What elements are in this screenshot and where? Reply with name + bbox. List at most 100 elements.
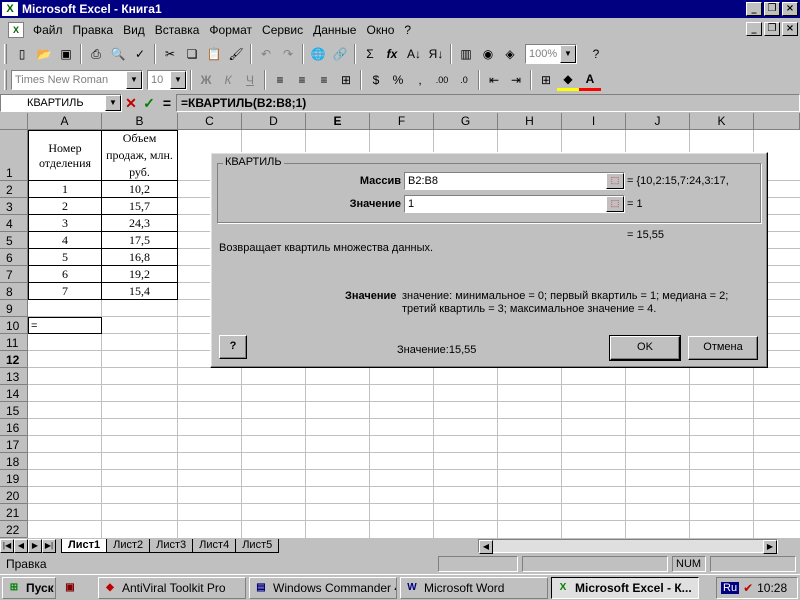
menu-file[interactable]: Файл (28, 23, 68, 37)
row-header[interactable]: 13 (0, 368, 28, 385)
sheet-tab[interactable]: Лист1 (61, 539, 108, 553)
print-preview-icon[interactable]: 🔍 (107, 43, 129, 65)
font-color-icon[interactable]: A (579, 69, 601, 91)
zoom-dropdown-icon[interactable]: ▼ (560, 45, 576, 63)
row-header[interactable]: 11 (0, 334, 28, 351)
align-right-icon[interactable]: ≡ (313, 69, 335, 91)
menu-tools[interactable]: Сервис (257, 23, 308, 37)
table-header-cell[interactable]: Номер отделения (28, 130, 102, 181)
hyperlink-icon[interactable]: 🌐 (307, 43, 329, 65)
table-cell[interactable]: 3 (28, 215, 102, 232)
print-icon[interactable]: ⎙ (85, 43, 107, 65)
array-input[interactable]: B2:B8 ⬚ (404, 172, 625, 190)
sheet-tab[interactable]: Лист3 (149, 539, 194, 553)
doc-close-button[interactable]: × (782, 22, 798, 36)
borders-icon[interactable]: ⊞ (535, 69, 557, 91)
clock[interactable]: 10:28 (757, 581, 787, 595)
taskbar-item[interactable]: ◆ AntiViral Toolkit Pro (98, 576, 246, 599)
table-cell[interactable]: 24,3 (101, 215, 178, 232)
table-cell[interactable]: 15,4 (101, 283, 178, 300)
taskbar-item[interactable]: W Microsoft Word (400, 576, 548, 599)
row-header[interactable]: 19 (0, 470, 28, 487)
size-dropdown-icon[interactable]: ▼ (170, 71, 186, 89)
row-header[interactable]: 21 (0, 504, 28, 521)
column-header[interactable]: H (498, 113, 562, 130)
sheet-tab[interactable]: Лист5 (235, 539, 280, 553)
row-header[interactable]: 8 (0, 283, 28, 300)
next-sheet-icon[interactable]: ▶ (28, 539, 42, 553)
copy-icon[interactable]: ❏ (181, 43, 203, 65)
row-header[interactable]: 1 (0, 130, 28, 181)
collapse-dialog-icon-2[interactable]: ⬚ (606, 196, 624, 212)
column-header[interactable]: D (242, 113, 306, 130)
row-header[interactable]: 10 (0, 317, 28, 334)
column-header[interactable] (754, 113, 800, 130)
quart-input[interactable]: 1 ⬚ (404, 195, 625, 213)
cancel-entry-icon[interactable]: ✕ (122, 94, 140, 112)
menu-data[interactable]: Данные (308, 23, 361, 37)
doc-restore-button[interactable]: ❐ (764, 22, 780, 36)
table-cell[interactable]: 19,2 (101, 266, 178, 283)
open-icon[interactable]: 📂 (33, 43, 55, 65)
taskbar-item-active[interactable]: X Microsoft Excel - К... (551, 576, 699, 599)
column-header[interactable]: F (370, 113, 434, 130)
prev-sheet-icon[interactable]: ◀ (14, 539, 28, 553)
row-header[interactable]: 6 (0, 249, 28, 266)
collapse-dialog-icon[interactable]: ⬚ (606, 173, 624, 189)
paste-icon[interactable]: 📋 (203, 43, 225, 65)
row-header[interactable]: 9 (0, 300, 28, 317)
undo-icon[interactable]: ↶ (255, 43, 277, 65)
sheet-tab[interactable]: Лист4 (192, 539, 237, 553)
table-cell[interactable]: 5 (28, 249, 102, 266)
excel-app-icon[interactable]: X (2, 2, 18, 16)
table-cell[interactable]: 10,2 (101, 181, 178, 198)
table-cell[interactable]: 17,5 (101, 232, 178, 249)
save-icon[interactable]: ▣ (55, 43, 77, 65)
name-box[interactable]: КВАРТИЛЬ ▼ (0, 94, 122, 112)
edit-formula-icon[interactable]: = (158, 94, 176, 112)
percent-icon[interactable]: % (387, 69, 409, 91)
name-box-dropdown-icon[interactable]: ▼ (105, 95, 121, 111)
row-header[interactable]: 7 (0, 266, 28, 283)
row-header[interactable]: 22 (0, 521, 28, 538)
row-header[interactable]: 16 (0, 419, 28, 436)
decrease-decimal-icon[interactable]: .0 (453, 69, 475, 91)
font-dropdown-icon[interactable]: ▼ (126, 71, 142, 89)
redo-icon[interactable]: ↷ (277, 43, 299, 65)
row-header[interactable]: 17 (0, 436, 28, 453)
comma-icon[interactable]: , (409, 69, 431, 91)
office-assistant-icon[interactable]: ? (585, 43, 607, 65)
menu-help[interactable]: ? (399, 23, 416, 37)
column-header[interactable]: C (178, 113, 242, 130)
font-size-combo[interactable]: 10 ▼ (147, 70, 187, 90)
table-cell[interactable]: 16,8 (101, 249, 178, 266)
quick-launch-icon[interactable]: ▣ (62, 580, 78, 596)
align-center-icon[interactable]: ≡ (291, 69, 313, 91)
restore-button[interactable]: ❐ (764, 2, 780, 16)
new-icon[interactable]: ▯ (11, 43, 33, 65)
confirm-entry-icon[interactable]: ✓ (140, 94, 158, 112)
table-cell[interactable]: 6 (28, 266, 102, 283)
column-header[interactable]: E (306, 113, 370, 130)
row-header[interactable]: 4 (0, 215, 28, 232)
currency-icon[interactable]: $ (365, 69, 387, 91)
web-toolbar-icon[interactable]: 🔗 (329, 43, 351, 65)
spelling-icon[interactable]: ✓ (129, 43, 151, 65)
first-sheet-icon[interactable]: |◀ (0, 539, 14, 553)
column-header[interactable]: G (434, 113, 498, 130)
column-header[interactable]: I (562, 113, 626, 130)
row-header[interactable]: 18 (0, 453, 28, 470)
zoom-combo[interactable]: 100% ▼ (525, 44, 577, 64)
font-name-combo[interactable]: Times New Roman ▼ (11, 70, 143, 90)
column-header[interactable]: K (690, 113, 754, 130)
menu-format[interactable]: Формат (204, 23, 257, 37)
row-header[interactable]: 15 (0, 402, 28, 419)
menu-edit[interactable]: Правка (68, 23, 119, 37)
cut-icon[interactable]: ✂ (159, 43, 181, 65)
start-button[interactable]: ⊞ Пуск (2, 576, 56, 599)
increase-indent-icon[interactable]: ⇥ (505, 69, 527, 91)
menu-insert[interactable]: Вставка (150, 23, 205, 37)
taskbar-item[interactable]: ▤ Windows Commander 4... (249, 576, 397, 599)
underline-icon[interactable]: Ч (239, 69, 261, 91)
doc-minimize-button[interactable]: _ (746, 22, 762, 36)
